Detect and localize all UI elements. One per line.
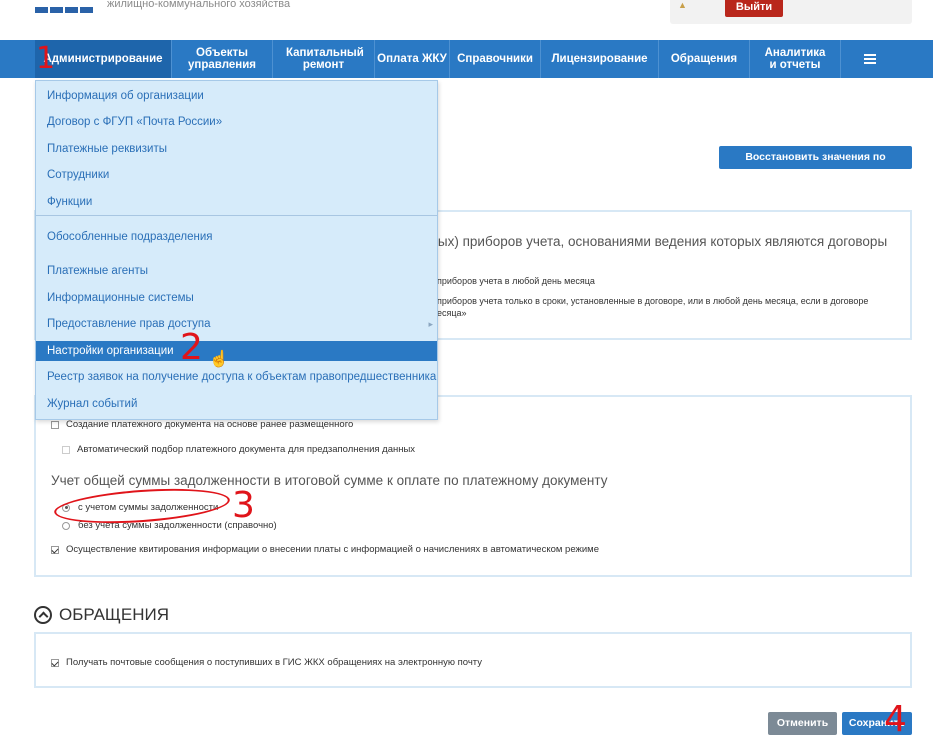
collapse-chevron-icon[interactable] <box>34 606 52 624</box>
main-nav: Администрирование Объекты управления Кап… <box>0 40 933 78</box>
metering-section-title: нных) приборов учета, основаниями ведени… <box>423 234 888 249</box>
metering-option-any-day[interactable]: приборов учета в любой день месяца <box>437 276 595 286</box>
option-text: приборов учета только в сроки, установле… <box>437 296 869 306</box>
menu-item-event-log[interactable]: Журнал событий <box>36 394 437 414</box>
checkbox-label: Создание платежного документа на основе … <box>66 419 354 430</box>
checkbox-box[interactable] <box>51 658 59 667</box>
menu-item-access-rights[interactable]: Предоставление прав доступа ▸ <box>36 314 437 334</box>
gis-logo[interactable] <box>35 0 95 13</box>
checkbox-box[interactable] <box>62 445 70 454</box>
email-notifications-checkbox[interactable]: Получать почтовые сообщения о поступивши… <box>51 657 482 668</box>
metering-option-contract-terms[interactable]: приборов учета только в сроки, установле… <box>437 295 882 319</box>
administration-dropdown: Информация об организации Договор с ФГУП… <box>35 80 438 420</box>
annotation-step-2: 2 <box>180 327 203 368</box>
appeals-accordion-header[interactable]: ОБРАЩЕНИЯ <box>34 605 169 625</box>
menu-item-payment-details[interactable]: Платежные реквизиты <box>36 139 437 159</box>
radio-button[interactable] <box>62 521 70 530</box>
create-from-previous-checkbox[interactable]: Создание платежного документа на основе … <box>51 419 353 430</box>
auto-select-checkbox[interactable]: Автоматический подбор платежного докумен… <box>62 444 415 455</box>
brand-subtitle: жилищно-коммунального хозяйства <box>107 0 291 10</box>
nav-label: Капитальный ремонт <box>286 47 364 71</box>
annotation-step-4: 4 <box>884 699 907 740</box>
nav-housing-payment[interactable]: Оплата ЖКУ <box>375 40 450 78</box>
nav-administration[interactable]: Администрирование <box>35 40 172 78</box>
nav-management-objects[interactable]: Объекты управления <box>172 40 273 78</box>
menu-item-org-info[interactable]: Информация об организации <box>36 86 437 106</box>
menu-item-info-systems[interactable]: Информационные системы <box>36 288 437 308</box>
checkbox-label: Автоматический подбор платежного докумен… <box>77 444 416 455</box>
checkbox-box[interactable] <box>51 420 59 429</box>
submenu-arrow-icon: ▸ <box>428 319 433 329</box>
annotation-step-1: 1 <box>36 41 56 76</box>
user-icon[interactable]: ▲ <box>678 0 687 10</box>
auto-reconcile-checkbox[interactable]: Осуществление квитирования информации о … <box>51 544 599 555</box>
hand-cursor-icon: ☝ <box>209 351 229 368</box>
logout-button[interactable]: Выйти <box>725 0 783 17</box>
restore-defaults-button[interactable]: Восстановить значения по умолчанию <box>719 146 912 186</box>
option-text-cont: есяца» <box>437 308 467 318</box>
nav-label: Объекты управления <box>188 47 256 71</box>
debt-section-title: Учет общей суммы задолженности в итогово… <box>51 473 608 488</box>
nav-references[interactable]: Справочники <box>450 40 541 78</box>
checkbox-label: Осуществление квитирования информации о … <box>66 544 599 555</box>
menu-item-post-contract[interactable]: Договор с ФГУП «Почта России» <box>36 112 437 132</box>
nav-analytics[interactable]: Аналитика и отчеты <box>750 40 841 78</box>
user-panel: ▲ Выйти <box>670 0 912 24</box>
hamburger-icon <box>863 54 876 64</box>
menu-divider <box>36 215 437 216</box>
checkbox-box[interactable] <box>51 545 59 554</box>
menu-item-employees[interactable]: Сотрудники <box>36 165 437 185</box>
nav-capital-repair[interactable]: Капитальный ремонт <box>273 40 375 78</box>
nav-more[interactable] <box>841 40 898 78</box>
annotation-step-3: 3 <box>232 485 255 526</box>
menu-item-access-requests[interactable]: Реестр заявок на получение доступа к объ… <box>36 367 437 387</box>
menu-item-functions[interactable]: Функции <box>36 192 437 212</box>
nav-label: Аналитика и отчеты <box>764 47 826 71</box>
menu-item-payment-agents[interactable]: Платежные агенты <box>36 261 437 281</box>
menu-item-org-settings[interactable]: Настройки организации <box>36 341 437 361</box>
nav-appeals[interactable]: Обращения <box>659 40 750 78</box>
nav-licensing[interactable]: Лицензирование <box>541 40 659 78</box>
appeals-title: ОБРАЩЕНИЯ <box>59 605 169 624</box>
menu-item-subdivisions[interactable]: Обособленные подразделения <box>36 227 437 247</box>
cancel-button[interactable]: Отменить <box>768 712 837 735</box>
checkbox-label: Получать почтовые сообщения о поступивши… <box>66 657 482 668</box>
